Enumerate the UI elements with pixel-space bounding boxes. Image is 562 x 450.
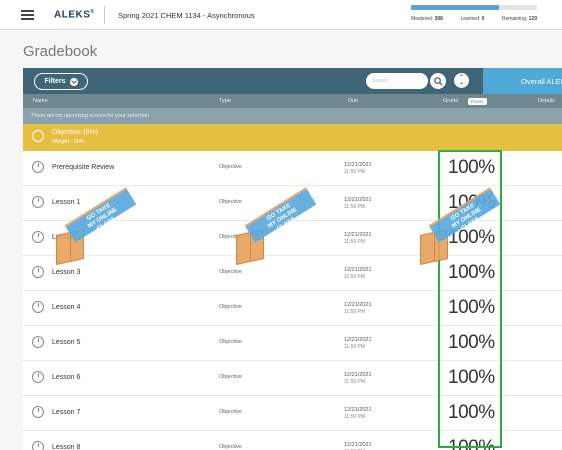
assignment-type: Objective bbox=[219, 339, 242, 345]
divider bbox=[104, 6, 105, 24]
expand-collapse-button[interactable]: ⌃ ⌄ bbox=[454, 73, 469, 88]
col-due[interactable]: Due bbox=[348, 98, 358, 104]
chevron-down-icon bbox=[69, 77, 78, 86]
learned-stat: Learned: 0 bbox=[460, 16, 485, 22]
group-title: Objective (0%) bbox=[52, 129, 98, 136]
assignment-type: Objective bbox=[219, 269, 242, 275]
objective-icon bbox=[32, 406, 44, 418]
due-time: 11:59 PM bbox=[344, 239, 366, 245]
objective-icon bbox=[32, 266, 44, 278]
search-icon bbox=[433, 76, 443, 86]
objective-group-header[interactable]: Objective (0%) Weight : 50% bbox=[23, 124, 562, 151]
assignment-name[interactable]: Lesson 1 bbox=[52, 199, 80, 206]
assignment-name[interactable]: Lesson 4 bbox=[52, 304, 80, 311]
due-time: 11:59 PM bbox=[344, 344, 366, 350]
due-date: 12/21/2021 bbox=[344, 442, 372, 448]
progress-summary[interactable]: Mastered: 308 Learned: 0 Remaining: 129 bbox=[411, 5, 537, 22]
objective-icon bbox=[32, 336, 44, 348]
objective-icon bbox=[32, 441, 44, 450]
menu-icon[interactable] bbox=[21, 10, 34, 20]
assignment-name[interactable]: Lesson 8 bbox=[52, 444, 80, 450]
due-time: 11:59 PM bbox=[344, 309, 366, 315]
objective-icon bbox=[32, 196, 44, 208]
due-date: 12/21/2021 bbox=[344, 267, 372, 273]
group-weight: Weight : 50% bbox=[52, 139, 85, 145]
progress-bar bbox=[411, 5, 537, 10]
objective-icon bbox=[32, 301, 44, 313]
due-date: 12/21/2021 bbox=[344, 232, 372, 238]
assignment-type: Objective bbox=[219, 304, 242, 310]
top-bar: ALEKS® Spring 2021 CHEM 1134 - Asynchron… bbox=[0, 0, 562, 30]
due-date: 12/21/2021 bbox=[344, 372, 372, 378]
due-date: 12/21/2021 bbox=[344, 337, 372, 343]
points-toggle[interactable]: Points bbox=[468, 98, 487, 105]
col-type[interactable]: Type bbox=[219, 98, 231, 104]
aleks-logo[interactable]: ALEKS® bbox=[54, 9, 95, 20]
logo-text: ALEKS bbox=[54, 9, 91, 21]
due-time: 11:59 PM bbox=[344, 169, 366, 175]
column-header: Name Type Due Grade Points Details bbox=[23, 94, 562, 108]
due-time: 11:59 PM bbox=[344, 274, 366, 280]
page-title: Gradebook bbox=[23, 43, 98, 60]
assignment-name[interactable]: Lesson 7 bbox=[52, 409, 80, 416]
col-grade[interactable]: Grade bbox=[443, 98, 458, 104]
assignment-type: Objective bbox=[219, 234, 242, 240]
due-date: 12/21/2021 bbox=[344, 197, 372, 203]
assignment-name[interactable]: Lesson 2 bbox=[52, 234, 80, 241]
no-upcoming-message: There are no upcoming scores for your se… bbox=[23, 108, 562, 124]
assignment-name[interactable]: Lesson 6 bbox=[52, 374, 80, 381]
objective-icon bbox=[32, 371, 44, 383]
objective-icon bbox=[32, 231, 44, 243]
due-date: 12/21/2021 bbox=[344, 162, 372, 168]
assignment-name[interactable]: Lesson 3 bbox=[52, 269, 80, 276]
tab-overall[interactable]: Overall ALEKS bbox=[483, 68, 562, 94]
filters-button[interactable]: Filters bbox=[34, 73, 88, 90]
progress-labels: Mastered: 308 Learned: 0 Remaining: 129 bbox=[411, 16, 537, 22]
mastered-stat: Mastered: 308 bbox=[411, 16, 443, 22]
assignment-type: Objective bbox=[219, 199, 242, 205]
due-time: 11:59 PM bbox=[344, 379, 366, 385]
assignment-name[interactable]: Lesson 5 bbox=[52, 339, 80, 346]
double-chevron-icon: ⌃ ⌄ bbox=[458, 74, 465, 86]
search-input[interactable] bbox=[366, 73, 428, 89]
due-time: 11:59 PM bbox=[344, 414, 366, 420]
col-details[interactable]: Details bbox=[538, 98, 555, 104]
assignment-type: Objective bbox=[219, 444, 242, 450]
objective-icon bbox=[32, 130, 44, 142]
assignment-name[interactable]: Prerequisite Review bbox=[52, 164, 114, 171]
search-button[interactable] bbox=[430, 73, 446, 89]
objective-icon bbox=[32, 161, 44, 173]
due-date: 12/21/2021 bbox=[344, 407, 372, 413]
progress-bar-fill bbox=[411, 5, 500, 10]
due-time: 11:59 PM bbox=[344, 204, 366, 210]
col-name[interactable]: Name bbox=[33, 98, 48, 104]
filters-label: Filters bbox=[44, 78, 66, 85]
assignment-type: Objective bbox=[219, 409, 242, 415]
assignment-type: Objective bbox=[219, 164, 242, 170]
due-date: 12/21/2021 bbox=[344, 302, 372, 308]
course-title: Spring 2021 CHEM 1134 - Asynchronous bbox=[118, 11, 255, 20]
grade-highlight-box bbox=[438, 150, 502, 448]
assignment-type: Objective bbox=[219, 374, 242, 380]
remaining-stat: Remaining: 129 bbox=[501, 16, 537, 22]
gradebook-toolbar: Filters ⌃⌄ Overall ALEKS bbox=[23, 68, 562, 94]
